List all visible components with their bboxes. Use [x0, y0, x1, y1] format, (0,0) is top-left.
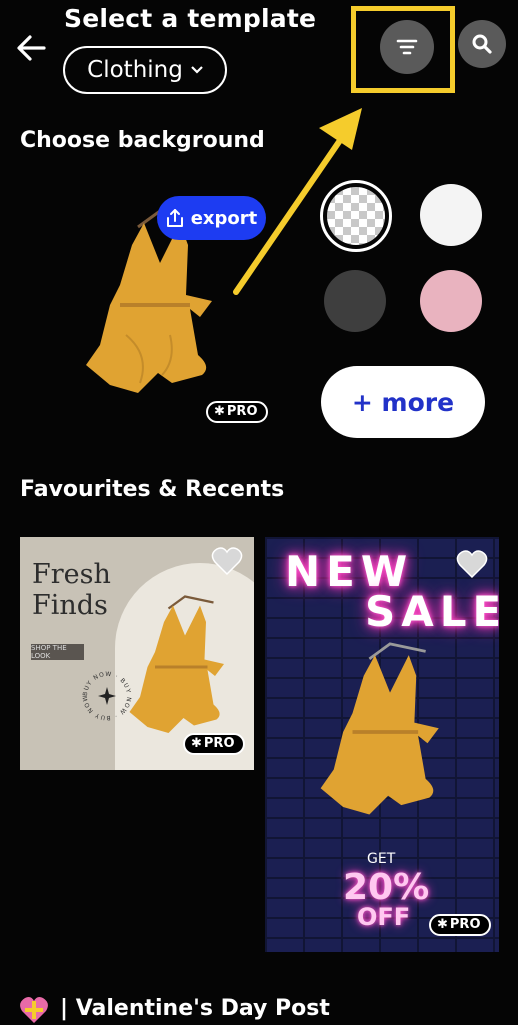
share-upload-icon	[166, 209, 183, 227]
valentines-section-title: | Valentine's Day Post	[60, 996, 330, 1021]
pro-star-icon: ✱	[214, 404, 225, 419]
discount-label: 20%	[343, 867, 430, 908]
checkerboard-icon	[327, 187, 385, 245]
template-card-fresh-finds[interactable]: Fresh Finds SHOP THE LOOK BUY NOW · BUY …	[20, 537, 254, 770]
swatch-white[interactable]	[420, 184, 482, 246]
search-icon	[472, 34, 492, 54]
dress-image	[320, 642, 439, 815]
pro-label: PRO	[449, 917, 481, 932]
swatch-pink[interactable]	[420, 270, 482, 332]
pro-label: PRO	[203, 736, 235, 751]
pro-badge: ✱ PRO	[429, 914, 491, 936]
pro-label: PRO	[226, 404, 258, 419]
choose-background-title: Choose background	[20, 128, 265, 153]
swatch-dark-gray[interactable]	[324, 270, 386, 332]
heart-gift-icon	[20, 997, 48, 1023]
template-headline: Fresh Finds	[32, 559, 111, 621]
heart-icon[interactable]	[211, 546, 243, 576]
off-label: OFF	[357, 903, 411, 931]
pro-star-icon: ✱	[191, 736, 202, 751]
more-backgrounds-button[interactable]: + more	[321, 366, 485, 438]
export-label: export	[190, 207, 258, 229]
page-title: Select a template	[64, 4, 317, 33]
search-button[interactable]	[458, 20, 506, 68]
swatch-transparent[interactable]	[320, 180, 392, 252]
template-card-new-sale[interactable]: NEW SALE GET 20% OFF ✱ PRO	[265, 537, 499, 952]
shop-the-look-button: SHOP THE LOOK	[31, 644, 84, 660]
pro-badge: ✱ PRO	[183, 733, 245, 755]
category-dropdown-label: Clothing	[87, 57, 183, 83]
back-button[interactable]	[14, 30, 50, 66]
category-dropdown[interactable]: Clothing	[63, 46, 227, 94]
pro-badge: ✱ PRO	[206, 401, 268, 423]
get-label: GET	[367, 851, 396, 867]
dress-image	[129, 595, 224, 733]
export-button[interactable]: export	[157, 196, 266, 240]
pro-star-icon: ✱	[437, 917, 448, 932]
chevron-down-icon	[191, 66, 203, 74]
favourites-recents-title: Favourites & Recents	[20, 477, 285, 502]
highlight-annotation-box	[351, 6, 455, 93]
arrow-left-icon	[17, 35, 46, 61]
heart-icon[interactable]	[456, 549, 488, 579]
